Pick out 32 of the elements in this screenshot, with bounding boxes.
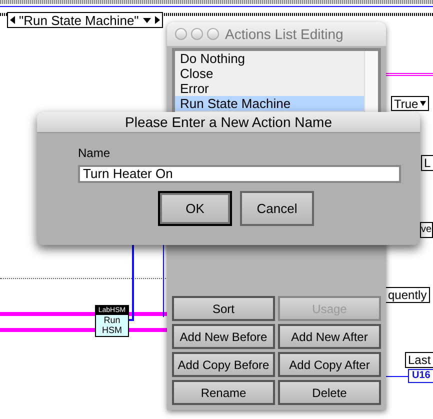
case-dropdown[interactable]: True [391, 96, 430, 111]
caret-icon [142, 18, 151, 22]
diagram-label: quently [385, 287, 430, 303]
list-item[interactable]: Close [175, 66, 364, 81]
window-control-icon[interactable] [191, 28, 203, 40]
caret-icon [420, 101, 426, 106]
dialog-button[interactable]: OK [158, 191, 232, 226]
case-selector[interactable]: "Run State Machine" [7, 12, 163, 28]
list-item[interactable]: Error [175, 81, 364, 96]
action-button[interactable]: Add New Before [172, 324, 275, 349]
decrement-arrow-icon [10, 16, 15, 24]
diagram-label: L [421, 155, 433, 171]
action-button[interactable]: Delete [278, 380, 381, 405]
dialog-button[interactable]: Cancel [240, 191, 314, 226]
window-control-icon[interactable] [207, 28, 219, 40]
increment-arrow-icon [154, 16, 160, 24]
diagram-label: ve [420, 222, 433, 238]
node-label: HSM [102, 325, 122, 335]
list-item[interactable]: Run State Machine [175, 96, 364, 111]
field-label: Name [78, 146, 112, 160]
list-item[interactable]: Do Nothing [175, 51, 364, 66]
node-label: Run [104, 315, 120, 325]
action-button[interactable]: Add New After [278, 324, 381, 349]
window-control-icon[interactable] [175, 28, 187, 40]
window-title: Actions List Editing [225, 24, 344, 44]
diagram-label: Last [405, 352, 433, 368]
action-button[interactable]: Rename [172, 380, 275, 405]
name-input-field[interactable]: Turn Heater On [78, 165, 401, 183]
action-button[interactable]: Sort [172, 296, 275, 321]
numeric-indicator: U16 [408, 369, 433, 383]
action-button[interactable]: Add Copy After [278, 352, 381, 377]
action-button[interactable]: Add Copy Before [172, 352, 275, 377]
